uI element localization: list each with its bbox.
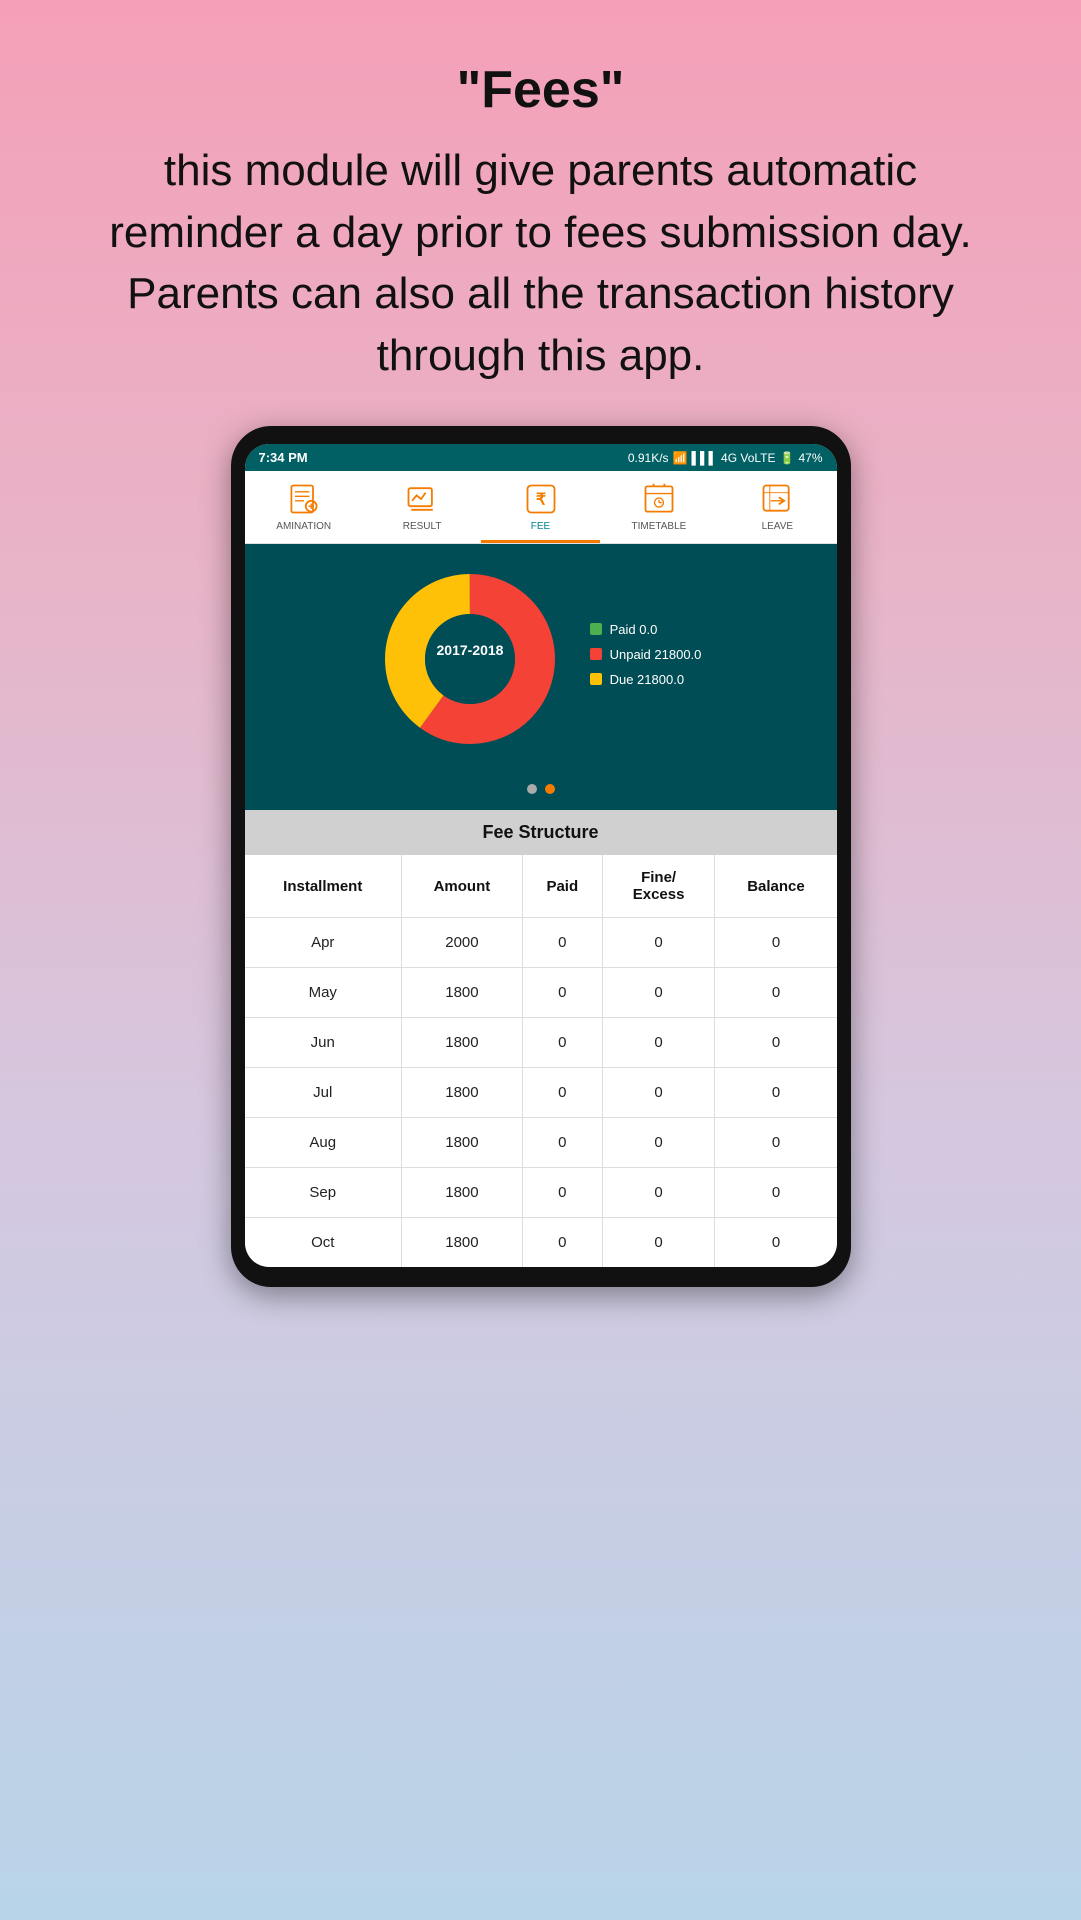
table-row: Jun 1800 0 0 0 — [245, 1018, 837, 1068]
cell-paid: 0 — [522, 1118, 602, 1168]
unpaid-label: Unpaid 21800.0 — [610, 647, 702, 662]
cell-installment: Jul — [245, 1068, 402, 1118]
table-row: Oct 1800 0 0 0 — [245, 1218, 837, 1268]
cell-balance: 0 — [715, 918, 837, 968]
header-section: "Fees" this module will give parents aut… — [0, 0, 1081, 426]
donut-chart: 2017-2018 — [380, 569, 560, 749]
pagination — [245, 774, 837, 810]
phone-screen: 7:34 PM 0.91K/s 📶 ▌▌▌ 4G VoLTE 🔋 47% — [245, 444, 837, 1267]
tab-result[interactable]: RESULT — [363, 471, 481, 543]
svg-text:2017-2018: 2017-2018 — [436, 642, 503, 658]
table-header-row: Installment Amount Paid Fine/Excess Bala… — [245, 855, 837, 918]
due-label: Due 21800.0 — [610, 672, 684, 687]
cell-paid: 0 — [522, 1168, 602, 1218]
result-icon — [404, 481, 440, 517]
unpaid-dot — [590, 648, 602, 660]
network-speed: 0.91K/s — [628, 451, 669, 465]
wifi-icon: 📶 — [673, 451, 688, 465]
cell-installment: Apr — [245, 918, 402, 968]
cell-amount: 1800 — [402, 1018, 523, 1068]
legend-paid: Paid 0.0 — [590, 622, 702, 637]
cell-installment: Aug — [245, 1118, 402, 1168]
col-amount: Amount — [402, 855, 523, 918]
cell-amount: 1800 — [402, 1218, 523, 1268]
fee-table: Installment Amount Paid Fine/Excess Bala… — [245, 855, 837, 1267]
amination-icon — [286, 481, 322, 517]
tab-timetable-label: TIMETABLE — [632, 521, 687, 532]
col-installment: Installment — [245, 855, 402, 918]
cell-balance: 0 — [715, 1168, 837, 1218]
page-title: "Fees" — [80, 60, 1001, 120]
tab-timetable[interactable]: TIMETABLE — [600, 471, 718, 543]
cell-fine: 0 — [602, 1168, 715, 1218]
legend-due: Due 21800.0 — [590, 672, 702, 687]
cell-balance: 0 — [715, 1068, 837, 1118]
cell-fine: 0 — [602, 1118, 715, 1168]
status-time: 7:34 PM — [259, 450, 308, 465]
table-row: May 1800 0 0 0 — [245, 968, 837, 1018]
tab-amination-label: AMINATION — [276, 521, 331, 532]
tab-leave[interactable]: LEAVE — [718, 471, 836, 543]
due-dot — [590, 673, 602, 685]
table-row: Jul 1800 0 0 0 — [245, 1068, 837, 1118]
table-row: Aug 1800 0 0 0 — [245, 1118, 837, 1168]
cell-amount: 1800 — [402, 1068, 523, 1118]
cell-amount: 2000 — [402, 918, 523, 968]
page-dot-1[interactable] — [527, 784, 537, 794]
cell-amount: 1800 — [402, 1118, 523, 1168]
page-dot-2[interactable] — [545, 784, 555, 794]
cell-installment: Jun — [245, 1018, 402, 1068]
cell-fine: 0 — [602, 1218, 715, 1268]
cell-installment: Sep — [245, 1168, 402, 1218]
battery-percent: 47% — [798, 451, 822, 465]
tab-fee[interactable]: ₹ FEE — [481, 471, 599, 543]
timetable-icon — [641, 481, 677, 517]
cell-balance: 0 — [715, 1118, 837, 1168]
tab-result-label: RESULT — [403, 521, 442, 532]
cell-fine: 0 — [602, 918, 715, 968]
cell-fine: 0 — [602, 968, 715, 1018]
cell-balance: 0 — [715, 1018, 837, 1068]
tab-leave-label: LEAVE — [762, 521, 794, 532]
col-balance: Balance — [715, 855, 837, 918]
cell-installment: Oct — [245, 1218, 402, 1268]
cell-paid: 0 — [522, 1068, 602, 1118]
cell-amount: 1800 — [402, 1168, 523, 1218]
cell-installment: May — [245, 968, 402, 1018]
status-bar: 7:34 PM 0.91K/s 📶 ▌▌▌ 4G VoLTE 🔋 47% — [245, 444, 837, 471]
cell-fine: 0 — [602, 1068, 715, 1118]
legend-unpaid: Unpaid 21800.0 — [590, 647, 702, 662]
signal-icon: ▌▌▌ — [692, 451, 718, 465]
paid-dot — [590, 623, 602, 635]
cell-amount: 1800 — [402, 968, 523, 1018]
battery-icon: 🔋 — [780, 451, 795, 465]
network-type: 4G VoLTE — [721, 451, 775, 465]
table-row: Apr 2000 0 0 0 — [245, 918, 837, 968]
cell-paid: 0 — [522, 918, 602, 968]
cell-paid: 0 — [522, 1218, 602, 1268]
col-paid: Paid — [522, 855, 602, 918]
chart-legend: Paid 0.0 Unpaid 21800.0 Due 21800.0 — [590, 622, 702, 697]
col-fine: Fine/Excess — [602, 855, 715, 918]
chart-area: 2017-2018 Paid 0.0 Unpaid 21800.0 Due 21… — [245, 544, 837, 774]
cell-balance: 0 — [715, 968, 837, 1018]
phone-mockup: 7:34 PM 0.91K/s 📶 ▌▌▌ 4G VoLTE 🔋 47% — [231, 426, 851, 1287]
cell-paid: 0 — [522, 1018, 602, 1068]
nav-tabs: AMINATION RESULT ₹ — [245, 471, 837, 544]
status-right: 0.91K/s 📶 ▌▌▌ 4G VoLTE 🔋 47% — [628, 451, 823, 465]
fee-icon: ₹ — [523, 481, 559, 517]
paid-label: Paid 0.0 — [610, 622, 658, 637]
table-row: Sep 1800 0 0 0 — [245, 1168, 837, 1218]
leave-icon — [759, 481, 795, 517]
page-description: this module will give parents automatic … — [80, 140, 1001, 386]
tab-amination[interactable]: AMINATION — [245, 471, 363, 543]
svg-text:₹: ₹ — [535, 491, 545, 509]
cell-paid: 0 — [522, 968, 602, 1018]
cell-fine: 0 — [602, 1018, 715, 1068]
fee-structure-header: Fee Structure — [245, 810, 837, 855]
tab-fee-label: FEE — [531, 521, 550, 532]
cell-balance: 0 — [715, 1218, 837, 1268]
